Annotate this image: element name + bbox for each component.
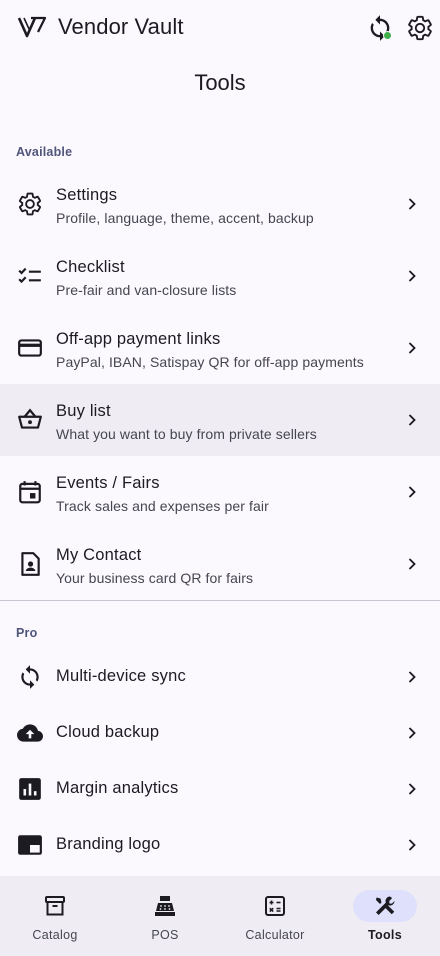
- chevron-right-icon: [408, 486, 416, 498]
- archive-box-icon: [45, 896, 65, 916]
- item-subtitle: Profile, language, theme, accent, backup: [56, 210, 314, 226]
- tools-icon: [376, 896, 395, 915]
- tool-item-checklist[interactable]: Checklist Pre-fair and van-closure lists: [0, 240, 440, 312]
- chevron-right-icon: [408, 414, 416, 426]
- item-subtitle: What you want to buy from private seller…: [56, 426, 317, 442]
- app-bar: Vendor Vault: [0, 0, 440, 56]
- nav-label: Catalog: [32, 928, 78, 942]
- item-title: Multi-device sync: [56, 667, 186, 685]
- analytics-icon: [19, 778, 41, 800]
- tool-item-margin-analytics[interactable]: Margin analytics: [0, 761, 440, 817]
- vendor-vault-logo-icon: [18, 16, 46, 38]
- chevron-right-icon: [408, 558, 416, 570]
- item-subtitle: PayPal, IBAN, Satispay QR for off-app pa…: [56, 354, 364, 370]
- nav-pos[interactable]: POS: [110, 876, 220, 956]
- item-title: Buy list: [56, 402, 111, 420]
- tool-item-payment-links[interactable]: Off-app payment links PayPal, IBAN, Sati…: [0, 312, 440, 384]
- chevron-right-icon: [408, 839, 416, 851]
- item-title: Events / Fairs: [56, 474, 160, 492]
- nav-catalog[interactable]: Catalog: [0, 876, 110, 956]
- item-title: Checklist: [56, 258, 125, 276]
- gear-icon[interactable]: [406, 14, 434, 42]
- branding-logo-icon: [18, 835, 42, 855]
- nav-label: POS: [151, 928, 179, 942]
- section-label-available: Available: [16, 145, 73, 159]
- item-title: Settings: [56, 186, 118, 204]
- chevron-right-icon: [408, 783, 416, 795]
- bottom-navigation: Catalog POS Calculator Tools: [0, 876, 440, 956]
- item-title: Branding logo: [56, 835, 161, 853]
- tool-item-branding-logo[interactable]: Branding logo: [0, 817, 440, 873]
- nav-label: Calculator: [245, 928, 305, 942]
- cloud-upload-icon: [17, 724, 43, 742]
- nav-calculator[interactable]: Calculator: [220, 876, 330, 956]
- app-title: Vendor Vault: [58, 14, 184, 39]
- chevron-right-icon: [408, 342, 416, 354]
- item-title: Margin analytics: [56, 779, 179, 797]
- calendar-icon: [19, 481, 41, 504]
- tool-item-buy-list[interactable]: Buy list What you want to buy from priva…: [0, 384, 440, 456]
- tool-item-events-fairs[interactable]: Events / Fairs Track sales and expenses …: [0, 456, 440, 528]
- checklist-icon: [18, 267, 41, 284]
- section-divider: [0, 600, 440, 601]
- sync-icon: [21, 665, 39, 689]
- tool-item-settings[interactable]: Settings Profile, language, theme, accen…: [0, 168, 440, 240]
- tool-item-cloud-backup[interactable]: Cloud backup: [0, 705, 440, 761]
- item-title: Off-app payment links: [56, 330, 221, 348]
- item-subtitle: Pre-fair and van-closure lists: [56, 282, 237, 298]
- section-label-pro: Pro: [16, 626, 38, 640]
- tool-item-my-contact[interactable]: My Contact Your business card QR for fai…: [0, 528, 440, 600]
- nav-tools[interactable]: Tools: [330, 876, 440, 956]
- item-title: Cloud backup: [56, 723, 160, 741]
- chevron-right-icon: [408, 671, 416, 683]
- chevron-right-icon: [408, 270, 416, 282]
- credit-card-icon: [18, 339, 42, 357]
- chevron-right-icon: [408, 198, 416, 210]
- contact-card-icon: [21, 552, 40, 576]
- tool-item-multi-device-sync[interactable]: Multi-device sync: [0, 649, 440, 705]
- page-title: Tools: [194, 70, 246, 95]
- gear-icon: [18, 192, 42, 216]
- cash-register-icon: [155, 896, 175, 916]
- sync-status-dot: [383, 31, 392, 40]
- calculator-icon: [265, 896, 285, 916]
- nav-label: Tools: [368, 928, 402, 942]
- basket-icon: [18, 408, 42, 429]
- item-title: My Contact: [56, 546, 142, 564]
- item-subtitle: Your business card QR for fairs: [56, 570, 254, 586]
- item-subtitle: Track sales and expenses per fair: [56, 498, 269, 514]
- chevron-right-icon: [408, 727, 416, 739]
